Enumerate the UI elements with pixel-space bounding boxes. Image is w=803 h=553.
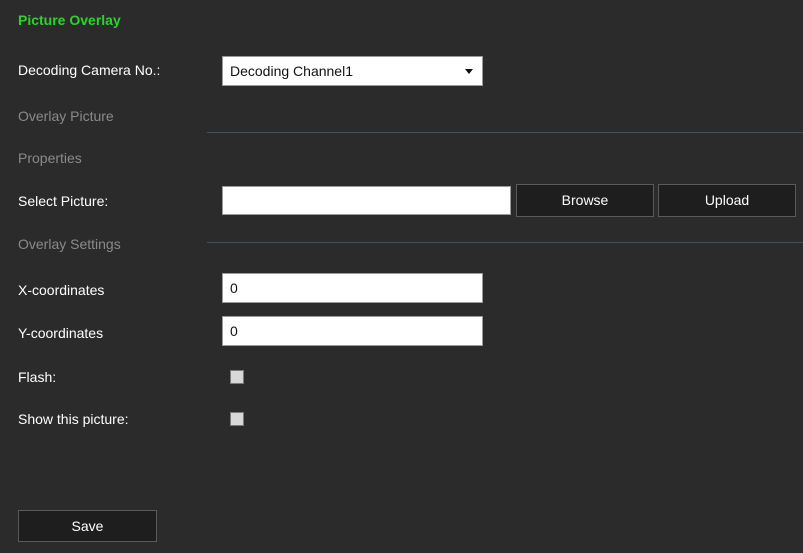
flash-label: Flash:	[18, 369, 57, 385]
divider	[207, 132, 803, 133]
browse-button[interactable]: Browse	[516, 184, 654, 217]
section-overlay-picture: Overlay Picture	[18, 108, 114, 124]
show-picture-checkbox[interactable]	[230, 412, 244, 426]
flash-checkbox[interactable]	[230, 370, 244, 384]
select-picture-label: Select Picture:	[18, 193, 109, 209]
divider	[207, 242, 803, 243]
upload-button[interactable]: Upload	[658, 184, 796, 217]
decoding-camera-select[interactable]: Decoding Channel1	[222, 56, 483, 86]
chevron-down-icon	[465, 68, 473, 74]
x-coordinates-label: X-coordinates	[18, 282, 105, 298]
y-coordinates-label: Y-coordinates	[18, 325, 104, 341]
x-coordinates-input[interactable]: 0	[222, 273, 483, 303]
page-title: Picture Overlay	[18, 12, 121, 28]
save-button[interactable]: Save	[18, 510, 157, 542]
section-properties: Properties	[18, 150, 82, 166]
section-overlay-settings: Overlay Settings	[18, 236, 121, 252]
decoding-camera-label: Decoding Camera No.:	[18, 62, 161, 78]
y-coordinates-input[interactable]: 0	[222, 316, 483, 346]
decoding-camera-value: Decoding Channel1	[230, 63, 353, 79]
select-picture-input[interactable]	[222, 186, 511, 215]
show-picture-label: Show this picture:	[18, 411, 129, 427]
